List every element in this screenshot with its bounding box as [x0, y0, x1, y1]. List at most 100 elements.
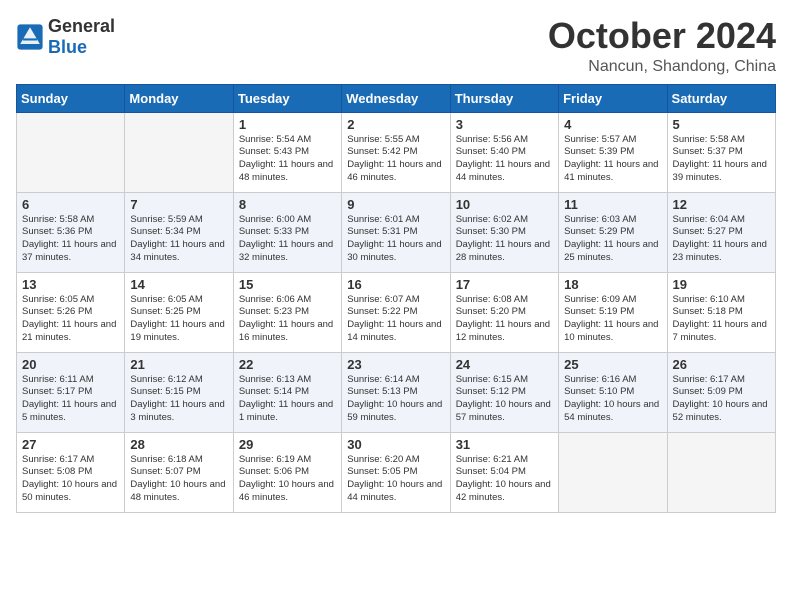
day-info: Sunrise: 5:59 AMSunset: 5:34 PMDaylight:… — [130, 214, 227, 265]
day-number: 9 — [347, 197, 444, 212]
calendar-cell: 22 Sunrise: 6:13 AMSunset: 5:14 PMDayligh… — [233, 352, 341, 432]
day-number: 3 — [456, 117, 553, 132]
calendar-cell: 27 Sunrise: 6:17 AMSunset: 5:08 PMDayligh… — [17, 432, 125, 512]
day-info: Sunrise: 6:21 AMSunset: 5:04 PMDaylight:… — [456, 454, 553, 505]
day-number: 19 — [673, 277, 770, 292]
calendar-cell: 5 Sunrise: 5:58 AMSunset: 5:37 PMDaylight… — [667, 112, 775, 192]
calendar-cell: 10 Sunrise: 6:02 AMSunset: 5:30 PMDayligh… — [450, 192, 558, 272]
day-info: Sunrise: 6:18 AMSunset: 5:07 PMDaylight:… — [130, 454, 227, 505]
day-info: Sunrise: 6:05 AMSunset: 5:25 PMDaylight:… — [130, 294, 227, 345]
day-info: Sunrise: 6:07 AMSunset: 5:22 PMDaylight:… — [347, 294, 444, 345]
day-number: 24 — [456, 357, 553, 372]
calendar-cell: 2Sunrise: 5:55 AMSunset: 5:42 PMDaylight… — [342, 112, 450, 192]
day-number: 16 — [347, 277, 444, 292]
weekday-header-row: SundayMondayTuesdayWednesdayThursdayFrid… — [17, 84, 776, 112]
calendar-cell — [125, 112, 233, 192]
day-number: 31 — [456, 437, 553, 452]
day-number: 22 — [239, 357, 336, 372]
weekday-header-sunday: Sunday — [17, 84, 125, 112]
day-number: 7 — [130, 197, 227, 212]
day-info: Sunrise: 6:05 AMSunset: 5:26 PMDaylight:… — [22, 294, 119, 345]
day-info: Sunrise: 6:00 AMSunset: 5:33 PMDaylight:… — [239, 214, 336, 265]
calendar-cell: 14 Sunrise: 6:05 AMSunset: 5:25 PMDayligh… — [125, 272, 233, 352]
day-number: 26 — [673, 357, 770, 372]
location-title: Nancun, Shandong, China — [548, 58, 776, 76]
week-row: 20Sunrise: 6:11 AMSunset: 5:17 PMDayligh… — [17, 352, 776, 432]
day-number: 21 — [130, 357, 227, 372]
calendar-cell: 4Sunrise: 5:57 AMSunset: 5:39 PMDaylight… — [559, 112, 667, 192]
logo-icon — [16, 23, 44, 51]
header: General Blue October 2024 Nancun, Shando… — [16, 16, 776, 76]
day-number: 8 — [239, 197, 336, 212]
calendar-cell: 11 Sunrise: 6:03 AMSunset: 5:29 PMDayligh… — [559, 192, 667, 272]
week-row: 1 Sunrise: 5:54 AMSunset: 5:43 PMDaylight… — [17, 112, 776, 192]
calendar-cell: 19 Sunrise: 6:10 AMSunset: 5:18 PMDayligh… — [667, 272, 775, 352]
calendar-cell: 13 Sunrise: 6:05 AMSunset: 5:26 PMDayligh… — [17, 272, 125, 352]
calendar-cell: 20Sunrise: 6:11 AMSunset: 5:17 PMDayligh… — [17, 352, 125, 432]
day-info: Sunrise: 6:03 AMSunset: 5:29 PMDaylight:… — [564, 214, 661, 265]
day-number: 1 — [239, 117, 336, 132]
day-info: Sunrise: 6:17 AMSunset: 5:08 PMDaylight:… — [22, 454, 119, 505]
day-info: Sunrise: 6:12 AMSunset: 5:15 PMDaylight:… — [130, 374, 227, 425]
calendar-cell: 26 Sunrise: 6:17 AMSunset: 5:09 PMDayligh… — [667, 352, 775, 432]
title-area: October 2024 Nancun, Shandong, China — [548, 16, 776, 76]
week-row: 27 Sunrise: 6:17 AMSunset: 5:08 PMDayligh… — [17, 432, 776, 512]
day-number: 25 — [564, 357, 661, 372]
day-info: Sunrise: 6:02 AMSunset: 5:30 PMDaylight:… — [456, 214, 553, 265]
weekday-header-monday: Monday — [125, 84, 233, 112]
weekday-header-friday: Friday — [559, 84, 667, 112]
weekday-header-thursday: Thursday — [450, 84, 558, 112]
calendar-cell: 3Sunrise: 5:56 AMSunset: 5:40 PMDaylight… — [450, 112, 558, 192]
day-info: Sunrise: 6:13 AMSunset: 5:14 PMDaylight:… — [239, 374, 336, 425]
day-number: 13 — [22, 277, 119, 292]
day-info: Sunrise: 6:09 AMSunset: 5:19 PMDaylight:… — [564, 294, 661, 345]
calendar-cell — [667, 432, 775, 512]
day-info: Sunrise: 6:14 AMSunset: 5:13 PMDaylight:… — [347, 374, 444, 425]
day-info: Sunrise: 6:16 AMSunset: 5:10 PMDaylight:… — [564, 374, 661, 425]
calendar-cell: 12 Sunrise: 6:04 AMSunset: 5:27 PMDayligh… — [667, 192, 775, 272]
day-info: Sunrise: 5:57 AMSunset: 5:39 PMDaylight:… — [564, 134, 661, 185]
weekday-header-tuesday: Tuesday — [233, 84, 341, 112]
logo-text-general: General — [48, 16, 115, 36]
day-number: 29 — [239, 437, 336, 452]
month-title: October 2024 — [548, 16, 776, 56]
calendar-cell: 17Sunrise: 6:08 AMSunset: 5:20 PMDayligh… — [450, 272, 558, 352]
day-number: 27 — [22, 437, 119, 452]
day-info: Sunrise: 6:10 AMSunset: 5:18 PMDaylight:… — [673, 294, 770, 345]
calendar-cell: 8 Sunrise: 6:00 AMSunset: 5:33 PMDaylight… — [233, 192, 341, 272]
day-number: 11 — [564, 197, 661, 212]
day-info: Sunrise: 6:06 AMSunset: 5:23 PMDaylight:… — [239, 294, 336, 345]
day-number: 14 — [130, 277, 227, 292]
calendar: SundayMondayTuesdayWednesdayThursdayFrid… — [16, 84, 776, 513]
day-info: Sunrise: 5:58 AMSunset: 5:37 PMDaylight:… — [673, 134, 770, 185]
day-number: 5 — [673, 117, 770, 132]
calendar-cell: 25 Sunrise: 6:16 AMSunset: 5:10 PMDayligh… — [559, 352, 667, 432]
calendar-cell: 23 Sunrise: 6:14 AMSunset: 5:13 PMDayligh… — [342, 352, 450, 432]
calendar-cell: 7 Sunrise: 5:59 AMSunset: 5:34 PMDaylight… — [125, 192, 233, 272]
calendar-cell — [17, 112, 125, 192]
weekday-header-wednesday: Wednesday — [342, 84, 450, 112]
day-number: 6 — [22, 197, 119, 212]
day-number: 15 — [239, 277, 336, 292]
week-row: 13 Sunrise: 6:05 AMSunset: 5:26 PMDayligh… — [17, 272, 776, 352]
day-number: 23 — [347, 357, 444, 372]
day-number: 10 — [456, 197, 553, 212]
calendar-cell: 30Sunrise: 6:20 AMSunset: 5:05 PMDayligh… — [342, 432, 450, 512]
calendar-cell: 15 Sunrise: 6:06 AMSunset: 5:23 PMDayligh… — [233, 272, 341, 352]
calendar-cell: 18Sunrise: 6:09 AMSunset: 5:19 PMDayligh… — [559, 272, 667, 352]
day-info: Sunrise: 6:04 AMSunset: 5:27 PMDaylight:… — [673, 214, 770, 265]
day-number: 30 — [347, 437, 444, 452]
day-number: 12 — [673, 197, 770, 212]
day-info: Sunrise: 5:58 AMSunset: 5:36 PMDaylight:… — [22, 214, 119, 265]
day-info: Sunrise: 6:19 AMSunset: 5:06 PMDaylight:… — [239, 454, 336, 505]
calendar-cell: 31 Sunrise: 6:21 AMSunset: 5:04 PMDayligh… — [450, 432, 558, 512]
calendar-cell: 6 Sunrise: 5:58 AMSunset: 5:36 PMDaylight… — [17, 192, 125, 272]
day-info: Sunrise: 6:17 AMSunset: 5:09 PMDaylight:… — [673, 374, 770, 425]
day-info: Sunrise: 5:54 AMSunset: 5:43 PMDaylight:… — [239, 134, 336, 185]
day-info: Sunrise: 5:55 AMSunset: 5:42 PMDaylight:… — [347, 134, 444, 185]
day-number: 28 — [130, 437, 227, 452]
day-number: 20 — [22, 357, 119, 372]
day-info: Sunrise: 6:01 AMSunset: 5:31 PMDaylight:… — [347, 214, 444, 265]
day-info: Sunrise: 6:15 AMSunset: 5:12 PMDaylight:… — [456, 374, 553, 425]
calendar-cell: 24 Sunrise: 6:15 AMSunset: 5:12 PMDayligh… — [450, 352, 558, 432]
